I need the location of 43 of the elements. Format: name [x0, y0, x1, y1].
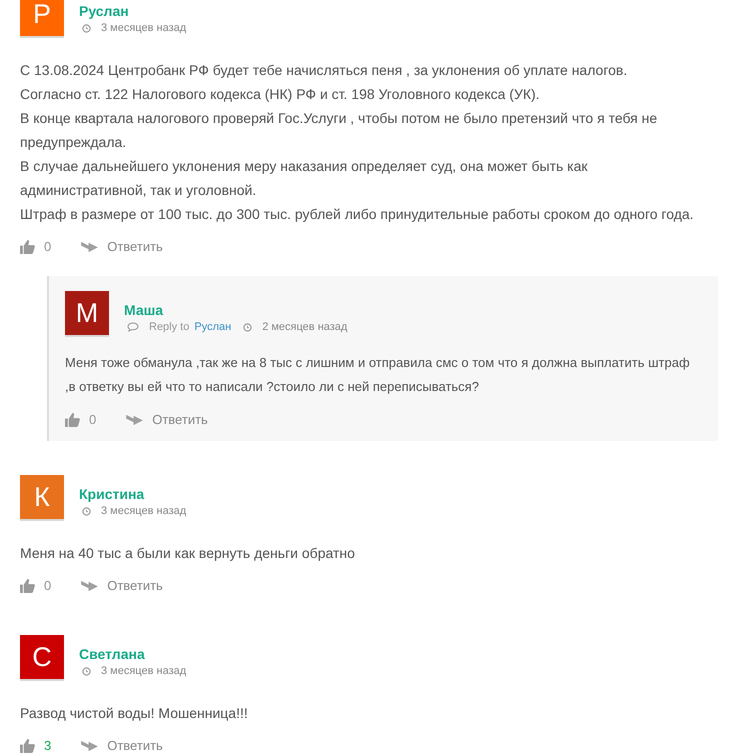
- reply-arrow-icon: [126, 413, 144, 426]
- thumbs-up-icon[interactable]: [20, 240, 35, 254]
- reply-link[interactable]: Ответить: [107, 738, 163, 753]
- clock-icon: [82, 506, 91, 516]
- reply-link[interactable]: Ответить: [152, 412, 208, 427]
- reply-arrow-icon: [81, 579, 98, 592]
- reply-arrow-icon: [81, 739, 98, 752]
- avatar: Р: [20, 0, 64, 38]
- comment-text: В случае дальнейшего уклонения меру наказания определяет суд, она может быть как административной, так и уголовной.: [20, 157, 589, 200]
- comment-text: Меня тоже обманула ,так же на 8 тыс с лишним и отправила смс о том что я должна выплатить штраф ,в ответку вы ей что то написали ?стоило ли с ней переписываться?: [65, 354, 691, 396]
- avatar: М: [65, 291, 109, 337]
- comment-text: Развод чистой воды! Мошенница!!!: [20, 704, 249, 723]
- comment-time: 2 месяцев назад: [262, 321, 348, 333]
- reply-link[interactable]: Ответить: [107, 578, 163, 593]
- author-name[interactable]: Светлана: [79, 646, 186, 662]
- comment-text: С 13.08.2024 Центробанк РФ будет тебе начисляться пеня , за уклонения об уплате налогов.: [20, 61, 628, 80]
- speech-bubble-icon: [127, 322, 139, 332]
- vote-count: 3: [44, 738, 52, 753]
- author-name[interactable]: Кристина: [79, 486, 186, 502]
- thumbs-up-icon[interactable]: [20, 738, 35, 752]
- clock-icon: [82, 666, 91, 676]
- avatar: С: [20, 635, 64, 681]
- thumbs-up-icon[interactable]: [65, 412, 80, 426]
- reply-to-label: Reply to: [149, 321, 190, 333]
- comment-time: 3 месяцев назад: [101, 665, 186, 677]
- comment-text: В конце квартала налогового проверяй Гос.Услуги , чтобы потом не было претензий что я тебя не предупреждала.: [20, 109, 658, 152]
- author-name[interactable]: Руслан: [79, 3, 186, 19]
- comment-time: 3 месяцев назад: [101, 22, 186, 34]
- comment-text: Штраф в размере от 100 тыс. до 300 тыс. рублей либо принудительные работы сроком до одного года.: [20, 205, 695, 224]
- clock-icon: [82, 24, 91, 32]
- thumbs-up-icon[interactable]: [20, 578, 35, 592]
- reply-arrow-icon: [81, 240, 98, 253]
- comment-text: Согласно ст. 122 Налогового кодекса (НК) РФ и ст. 198 Уголовного кодекса (УК).: [20, 85, 541, 104]
- reply-link[interactable]: Ответить: [107, 239, 163, 254]
- vote-count: 0: [44, 578, 52, 593]
- comment-text: Меня на 40 тыс а были как вернуть деньги обратно: [20, 544, 356, 563]
- author-name[interactable]: Маша: [124, 302, 348, 318]
- clock-icon: [243, 322, 252, 332]
- vote-count: 0: [44, 239, 52, 254]
- avatar: К: [20, 475, 64, 521]
- reply-to-link[interactable]: Руслан: [194, 321, 232, 333]
- comment-time: 3 месяцев назад: [101, 505, 186, 517]
- vote-count: 0: [89, 412, 96, 427]
